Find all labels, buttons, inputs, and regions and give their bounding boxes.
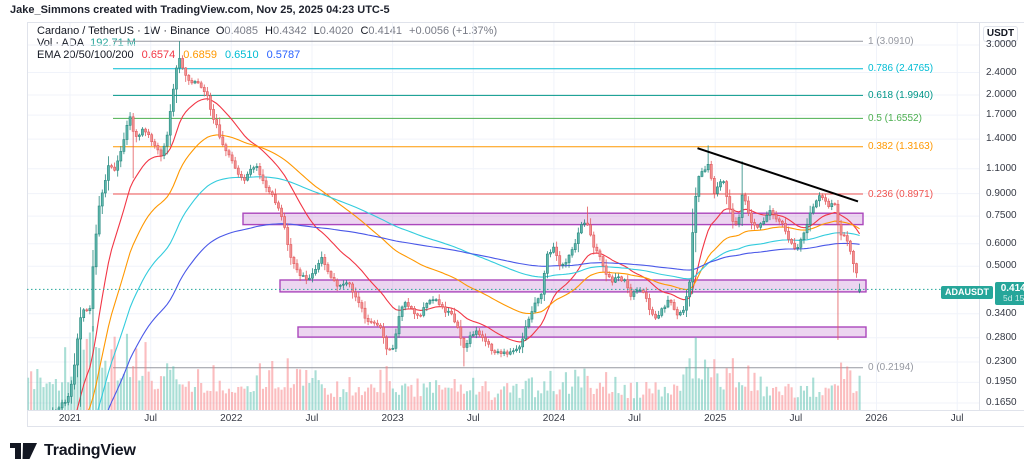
time-axis[interactable]: 2021 Jul 2022 Jul 2023 Jul 2024 Jul 2025 Jul 2026 J…	[27, 411, 1024, 426]
time-tick-label: Jul	[951, 414, 964, 424]
price-tick-label: 0.6000	[986, 239, 1017, 249]
price-tick-label: 0.5000	[986, 261, 1017, 271]
price-tick-label: 2.0000	[986, 90, 1017, 100]
time-tick-label: 2023	[381, 414, 403, 424]
price-tick-label: 0.7500	[986, 211, 1017, 221]
fib-level-label: 0.5 (1.6552)	[868, 114, 922, 124]
time-tick-label: 2026	[865, 414, 887, 424]
badge-symbol: ADAUSDT	[941, 286, 993, 299]
price-tick-label: 0.2800	[986, 333, 1017, 343]
price-tick-label: 0.3400	[986, 309, 1017, 319]
time-tick-label: Jul	[789, 414, 802, 424]
fib-level-label: 0.382 (1.3163)	[868, 142, 933, 152]
fib-level-label: 0 (0.2194)	[868, 363, 914, 373]
last-price-badge: ADAUSDT 0.4141 5d 15h	[941, 282, 1024, 305]
fib-level-label: 0.618 (1.9940)	[868, 91, 933, 101]
price-tick-label: 2.4000	[986, 68, 1017, 78]
time-tick-label: Jul	[467, 414, 480, 424]
time-tick-label: Jul	[306, 414, 319, 424]
tradingview-chart-page: Jake_Simmons created with TradingView.co…	[0, 0, 1024, 473]
price-axis[interactable]: USDT 3.00002.40002.00001.70001.40001.100…	[979, 22, 1024, 410]
price-tick-label: 1.1000	[986, 164, 1017, 174]
time-tick-label: 2021	[59, 414, 81, 424]
fib-level-label: 1 (3.0910)	[868, 37, 914, 47]
fib-level-label: 0.786 (2.4765)	[868, 64, 933, 74]
price-tick-label: 0.9000	[986, 189, 1017, 199]
fib-level-label: 0.236 (0.8971)	[868, 190, 933, 200]
time-tick-label: 2025	[704, 414, 726, 424]
price-tick-label: 3.0000	[986, 40, 1017, 50]
price-tick-label: 0.1950	[986, 377, 1017, 387]
fib-retracement-lines[interactable]	[113, 41, 863, 368]
time-tick-label: 2022	[220, 414, 242, 424]
price-tick-label: 1.7000	[986, 110, 1017, 120]
time-tick-label: Jul	[144, 414, 157, 424]
price-tick-label: 0.2300	[986, 357, 1017, 367]
badge-price: 0.4141 5d 15h	[995, 282, 1024, 305]
time-tick-label: Jul	[628, 414, 641, 424]
time-tick-label: 2024	[543, 414, 565, 424]
price-tick-label: 0.1650	[986, 398, 1017, 408]
badge-countdown: 5d 15h	[995, 294, 1024, 303]
price-tick-label: 1.4000	[986, 134, 1017, 144]
